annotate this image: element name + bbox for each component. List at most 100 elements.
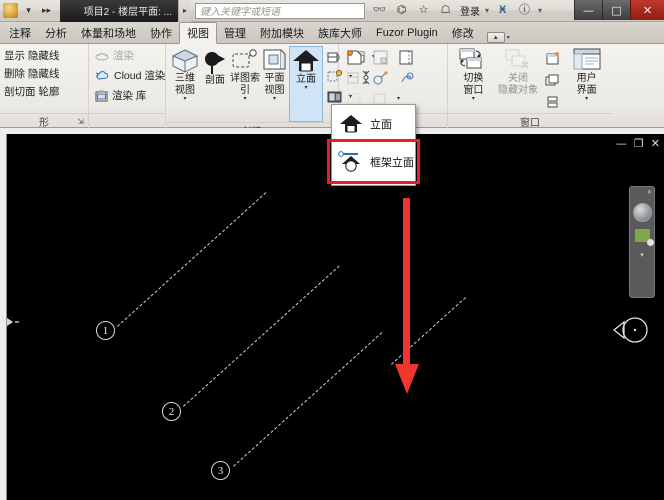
- tab-collaborate[interactable]: 协作: [143, 22, 179, 43]
- tab-modify[interactable]: 修改: [445, 22, 481, 43]
- elevation-marker-right[interactable]: [611, 313, 651, 347]
- exchange-app-icon[interactable]: Ӿ: [494, 2, 511, 19]
- grid-line-2[interactable]: [183, 265, 340, 407]
- grid-bubble-3[interactable]: 3: [211, 461, 230, 480]
- red-annotation-arrow: [395, 198, 419, 394]
- close-button[interactable]: ✕: [630, 0, 664, 20]
- section-icon: [205, 52, 225, 74]
- view-restore-button[interactable]: ❐: [634, 138, 644, 149]
- navigation-bar[interactable]: ✕ ▾: [629, 186, 655, 298]
- app-menu-icon[interactable]: [3, 3, 18, 18]
- title-dropdown-icon[interactable]: ▸: [178, 0, 191, 22]
- switch-window-caret-icon[interactable]: ▾: [472, 96, 475, 102]
- login-label[interactable]: 登录: [460, 3, 480, 18]
- pan-zoom-icon[interactable]: [634, 229, 654, 246]
- ribbon-panel-presentation: 渲染 Cloud 渲染 渲染 库: [89, 44, 165, 128]
- three-d-view-button[interactable]: 三维 视图 ▾: [170, 46, 200, 103]
- grid-line-3[interactable]: [233, 332, 383, 467]
- window-panel-title: 窗口: [448, 113, 612, 129]
- render-gallery-button[interactable]: 渲染 库: [95, 88, 165, 103]
- tab-view-icon[interactable]: [543, 94, 561, 112]
- cloud-render-button[interactable]: Cloud 渲染: [95, 68, 165, 83]
- view-close-button[interactable]: ✕: [651, 138, 660, 149]
- maximize-button[interactable]: □: [602, 0, 630, 20]
- search-input[interactable]: 键入关键字或短语: [195, 2, 365, 19]
- autodesk-cloud-icon[interactable]: ⌬: [393, 2, 410, 19]
- view-minimize-button[interactable]: —: [616, 138, 627, 149]
- tab-manage[interactable]: 管理: [217, 22, 253, 43]
- user-interface-button[interactable]: 用户 界面 ▾: [565, 46, 608, 103]
- navbar-close-icon[interactable]: ✕: [647, 190, 652, 196]
- steering-wheel-icon[interactable]: [632, 203, 652, 222]
- favorites-star-icon[interactable]: ☆: [415, 2, 432, 19]
- ribbon-collapse-caret-icon[interactable]: ▾: [507, 34, 510, 41]
- titleblock-icon[interactable]: [371, 48, 389, 66]
- svg-text:?: ?: [408, 75, 411, 81]
- title-bar: ▾ ▸▸ 项目2 - 楼层平面: ... ▸ 键入关键字或短语 👓 ⌬ ☆ ☖ …: [0, 0, 664, 22]
- callout-icon: [232, 49, 257, 68]
- tab-view[interactable]: 视图: [179, 22, 217, 44]
- help-caret-icon[interactable]: ▾: [538, 6, 542, 15]
- tab-massing-site[interactable]: 体量和场地: [74, 22, 143, 43]
- remove-hidden-lines-label[interactable]: 删除 隐藏线: [4, 66, 59, 81]
- user-interface-caret-icon[interactable]: ▾: [585, 96, 588, 102]
- matchline-icon[interactable]: [345, 69, 363, 87]
- callout-caret-icon[interactable]: ▾: [243, 96, 246, 102]
- new-sheet-icon[interactable]: [345, 48, 363, 66]
- login-caret-icon[interactable]: ▾: [485, 6, 489, 15]
- section-label: 剖面: [205, 75, 225, 86]
- navbar-collapse-icon[interactable]: ▾: [640, 251, 644, 259]
- customize-qat-icon[interactable]: ▸▸: [39, 3, 54, 18]
- tile-window-icon[interactable]: [543, 50, 561, 68]
- revision-icon[interactable]: ?: [397, 69, 415, 87]
- grid-bubble-1[interactable]: 1: [96, 321, 115, 340]
- guide-grid-icon[interactable]: [397, 48, 415, 66]
- minimize-button[interactable]: —: [574, 0, 602, 20]
- tab-annotate[interactable]: 注释: [2, 22, 38, 43]
- close-hidden-label-line2: 隐藏对象: [498, 85, 538, 96]
- cut-profile-label[interactable]: 剖切面 轮廓: [4, 84, 59, 99]
- graphics-dialog-launcher-icon[interactable]: ⇲: [77, 117, 84, 126]
- elevation-caret-icon[interactable]: ▾: [304, 85, 307, 91]
- ribbon-tab-bar: 注释 分析 体量和场地 协作 视图 管理 附加模块 族库大师 Fuzor Plu…: [0, 22, 664, 44]
- render-gallery-label: 渲染 库: [112, 90, 147, 102]
- elevation-button[interactable]: 立面 ▾: [289, 46, 323, 122]
- tab-analyze[interactable]: 分析: [38, 22, 74, 43]
- window-controls: — □ ✕: [574, 0, 664, 22]
- callout-button[interactable]: 详图索引 ▾: [230, 46, 260, 103]
- dropdown-item-elevation[interactable]: 立面: [332, 105, 415, 143]
- three-d-view-caret-icon[interactable]: ▾: [183, 96, 186, 102]
- graphics-panel-title: 形 ⇲: [0, 113, 88, 129]
- ribbon-collapse-control[interactable]: ▲ ▾: [486, 32, 510, 43]
- grid-bubble-2[interactable]: 2: [162, 402, 181, 421]
- title-bar-right-tools: 👓 ⌬ ☆ ☖ 登录 ▾ Ӿ ⓘ ▾: [371, 2, 542, 19]
- switch-window-button[interactable]: 切换 窗口 ▾: [452, 46, 495, 103]
- plan-view-button[interactable]: 平面 视图 ▾: [261, 46, 288, 103]
- help-icon[interactable]: ⓘ: [516, 2, 533, 19]
- render-button[interactable]: 渲染: [95, 48, 165, 63]
- qat-dropdown-icon[interactable]: ▾: [21, 3, 36, 18]
- elevation-icon: [293, 50, 319, 72]
- tab-fuzor-plugin[interactable]: Fuzor Plugin: [369, 22, 445, 43]
- close-hidden-label-line1: 关闭: [508, 73, 528, 84]
- tab-addins[interactable]: 附加模块: [253, 22, 311, 43]
- elevation-icon: [340, 115, 362, 133]
- grid-line-1[interactable]: [117, 192, 267, 327]
- presentation-panel-title: [89, 113, 165, 128]
- drawing-canvas[interactable]: — ❐ ✕ ✕ ▾ 1 2 3: [6, 134, 664, 500]
- view-reference-icon[interactable]: [371, 69, 389, 87]
- sheet-caret-icon[interactable]: ▾: [397, 96, 400, 102]
- cascade-window-icon[interactable]: [543, 72, 561, 90]
- section-button[interactable]: 剖面: [201, 46, 229, 88]
- tab-family-master[interactable]: 族库大师: [311, 22, 369, 43]
- dropdown-item-framing-elevation[interactable]: 框架立面: [332, 143, 415, 181]
- user-account-icon[interactable]: ☖: [437, 2, 454, 19]
- plan-view-caret-icon[interactable]: ▾: [273, 96, 276, 102]
- switch-window-label-line1: 切换: [463, 73, 484, 84]
- ribbon-collapse-icon[interactable]: ▲: [486, 32, 505, 43]
- ribbon-panel-window: 切换 窗口 ▾ 关闭 隐藏对象 用户 界面 ▾ 窗口: [448, 44, 612, 129]
- show-hidden-lines-label[interactable]: 显示 隐藏线: [4, 48, 59, 63]
- cloud-render-label: Cloud 渲染: [114, 70, 166, 82]
- search-icon[interactable]: 👓: [371, 2, 388, 19]
- elevation-marker-left[interactable]: [6, 314, 21, 330]
